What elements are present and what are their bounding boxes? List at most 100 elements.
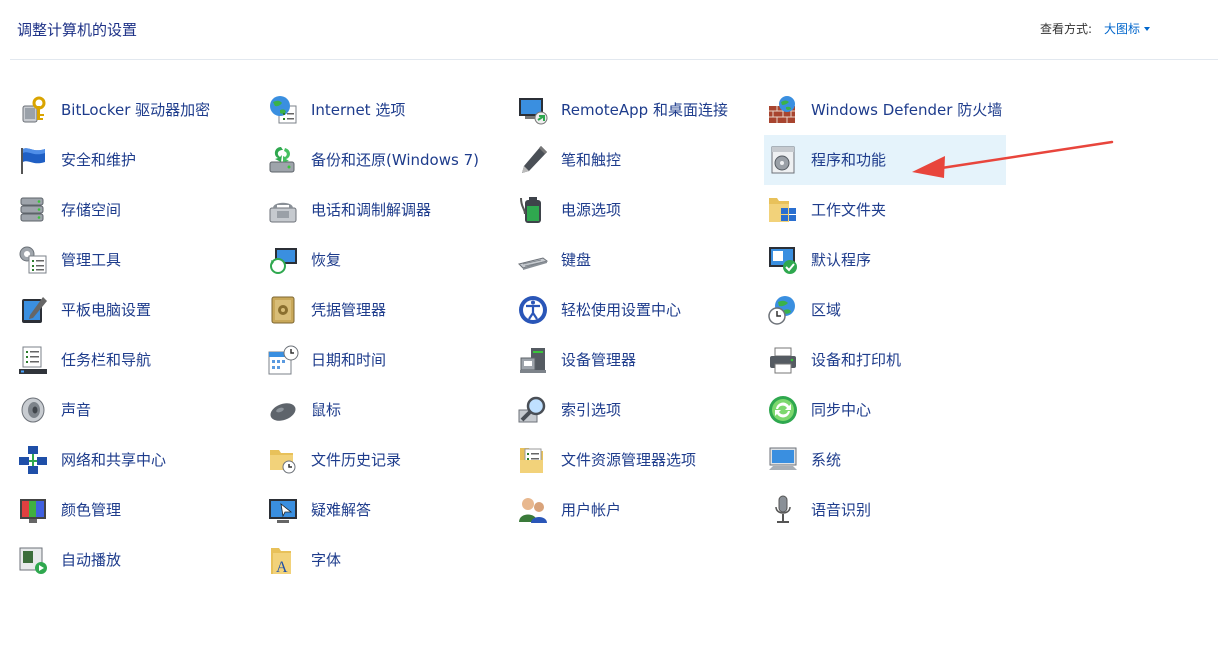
troubleshoot-icon xyxy=(267,494,299,526)
cp-item-file-history[interactable]: 文件历史记录 xyxy=(264,435,494,485)
cp-item-label: 默认程序 xyxy=(811,251,872,269)
cp-item-label: 声音 xyxy=(61,401,92,419)
cp-item-recovery[interactable]: 恢复 xyxy=(264,235,494,285)
network-icon xyxy=(17,444,49,476)
cp-item-tablet-pen[interactable]: 平板电脑设置 xyxy=(14,285,244,335)
cp-item-admin-tools[interactable]: 管理工具 xyxy=(14,235,244,285)
cp-item-default-programs[interactable]: 默认程序 xyxy=(764,235,1006,285)
storage-spaces-icon xyxy=(17,194,49,226)
view-mode: 查看方式: 大图标 xyxy=(1040,20,1150,37)
cp-item-label: 工作文件夹 xyxy=(811,201,887,219)
cp-item-label: 语音识别 xyxy=(811,501,872,519)
cp-item-label: 程序和功能 xyxy=(811,151,887,169)
cp-item-label: 设备管理器 xyxy=(561,351,637,369)
cp-item-speaker[interactable]: 声音 xyxy=(14,385,244,435)
tablet-pen-icon xyxy=(17,294,49,326)
pen-icon xyxy=(517,144,549,176)
cp-item-label: 同步中心 xyxy=(811,401,872,419)
cp-item-label: 恢复 xyxy=(311,251,342,269)
cp-item-flag[interactable]: 安全和维护 xyxy=(14,135,244,185)
page-title: 调整计算机的设置 xyxy=(17,21,138,39)
printer-icon xyxy=(767,344,799,376)
cp-item-pen[interactable]: 笔和触控 xyxy=(514,135,744,185)
cp-item-autoplay[interactable]: 自动播放 xyxy=(14,535,244,585)
cp-item-internet-options[interactable]: Internet 选项 xyxy=(264,85,494,135)
cp-item-storage-spaces[interactable]: 存储空间 xyxy=(14,185,244,235)
view-by-dropdown[interactable]: 大图标 xyxy=(1104,20,1150,37)
cp-item-backup-restore[interactable]: 备份和还原(Windows 7) xyxy=(264,135,494,185)
cp-item-phone-modem[interactable]: 电话和调制解调器 xyxy=(264,185,494,235)
programs-features-icon xyxy=(767,144,799,176)
cp-item-ease-of-access[interactable]: 轻松使用设置中心 xyxy=(514,285,744,335)
recovery-icon xyxy=(267,244,299,276)
cp-item-firewall[interactable]: Windows Defender 防火墙 xyxy=(764,85,1006,135)
cp-item-label: BitLocker 驱动器加密 xyxy=(61,101,211,119)
explorer-options-icon xyxy=(517,444,549,476)
cp-item-device-manager[interactable]: 设备管理器 xyxy=(514,335,744,385)
cp-item-label: 自动播放 xyxy=(61,551,122,569)
svg-text:A: A xyxy=(276,559,288,576)
cp-item-system[interactable]: 系统 xyxy=(764,435,1006,485)
cp-item-label: 区域 xyxy=(811,301,842,319)
header: 调整计算机的设置 查看方式: 大图标 xyxy=(0,0,1230,60)
cp-item-work-folders[interactable]: 工作文件夹 xyxy=(764,185,1006,235)
cp-item-label: 管理工具 xyxy=(61,251,122,269)
cp-item-label: 存储空间 xyxy=(61,201,122,219)
user-accounts-icon xyxy=(517,494,549,526)
cp-item-label: RemoteApp 和桌面连接 xyxy=(561,101,728,119)
cp-item-mouse[interactable]: 鼠标 xyxy=(264,385,494,435)
speaker-icon xyxy=(17,394,49,426)
cp-item-label: 备份和还原(Windows 7) xyxy=(311,151,479,169)
cp-item-programs-features[interactable]: 程序和功能 xyxy=(764,135,1006,185)
cp-item-explorer-options[interactable]: 文件资源管理器选项 xyxy=(514,435,744,485)
cp-item-printer[interactable]: 设备和打印机 xyxy=(764,335,1006,385)
cp-item-label: 颜色管理 xyxy=(61,501,122,519)
calendar-clock-icon xyxy=(267,344,299,376)
cp-item-power-options[interactable]: 电源选项 xyxy=(514,185,744,235)
cp-item-remoteapp[interactable]: RemoteApp 和桌面连接 xyxy=(514,85,744,135)
cp-item-troubleshoot[interactable]: 疑难解答 xyxy=(264,485,494,535)
cp-item-network[interactable]: 网络和共享中心 xyxy=(14,435,244,485)
ease-of-access-icon xyxy=(517,294,549,326)
cp-item-label: 字体 xyxy=(311,551,342,569)
admin-tools-icon xyxy=(17,244,49,276)
cp-item-label: 凭据管理器 xyxy=(311,301,387,319)
cp-item-label: Internet 选项 xyxy=(311,101,406,119)
cp-item-region[interactable]: 区域 xyxy=(764,285,1006,335)
cp-item-label: 文件历史记录 xyxy=(311,451,402,469)
taskbar-icon xyxy=(17,344,49,376)
cp-item-bitlocker-key[interactable]: BitLocker 驱动器加密 xyxy=(14,85,244,135)
remoteapp-icon xyxy=(517,94,549,126)
cp-item-label: 键盘 xyxy=(561,251,592,269)
device-manager-icon xyxy=(517,344,549,376)
cp-item-label: 日期和时间 xyxy=(311,351,387,369)
view-by-value: 大图标 xyxy=(1103,22,1140,36)
cp-item-taskbar[interactable]: 任务栏和导航 xyxy=(14,335,244,385)
autoplay-icon xyxy=(17,544,49,576)
firewall-icon xyxy=(767,94,799,126)
cp-item-color-management[interactable]: 颜色管理 xyxy=(14,485,244,535)
cp-item-microphone[interactable]: 语音识别 xyxy=(764,485,1006,535)
cp-item-credential-vault[interactable]: 凭据管理器 xyxy=(264,285,494,335)
phone-modem-icon xyxy=(267,194,299,226)
cp-item-indexing[interactable]: 索引选项 xyxy=(514,385,744,435)
mouse-icon xyxy=(267,394,299,426)
system-icon xyxy=(767,444,799,476)
cp-item-keyboard[interactable]: 键盘 xyxy=(514,235,744,285)
cp-item-label: 电源选项 xyxy=(561,201,622,219)
cp-item-label: 文件资源管理器选项 xyxy=(561,451,697,469)
cp-item-sync-center[interactable]: 同步中心 xyxy=(764,385,1006,435)
cp-item-label: Windows Defender 防火墙 xyxy=(811,101,1003,119)
cp-item-label: 用户帐户 xyxy=(561,501,622,519)
default-programs-icon xyxy=(767,244,799,276)
cp-item-label: 笔和触控 xyxy=(561,151,622,169)
flag-icon xyxy=(17,144,49,176)
microphone-icon xyxy=(767,494,799,526)
cp-item-label: 系统 xyxy=(811,451,842,469)
cp-item-user-accounts[interactable]: 用户帐户 xyxy=(514,485,744,535)
cp-item-label: 轻松使用设置中心 xyxy=(561,301,682,319)
view-by-label: 查看方式: xyxy=(1039,22,1092,36)
cp-item-label: 平板电脑设置 xyxy=(61,301,152,319)
cp-item-calendar-clock[interactable]: 日期和时间 xyxy=(264,335,494,385)
cp-item-fonts-folder[interactable]: A 字体 xyxy=(264,535,494,585)
